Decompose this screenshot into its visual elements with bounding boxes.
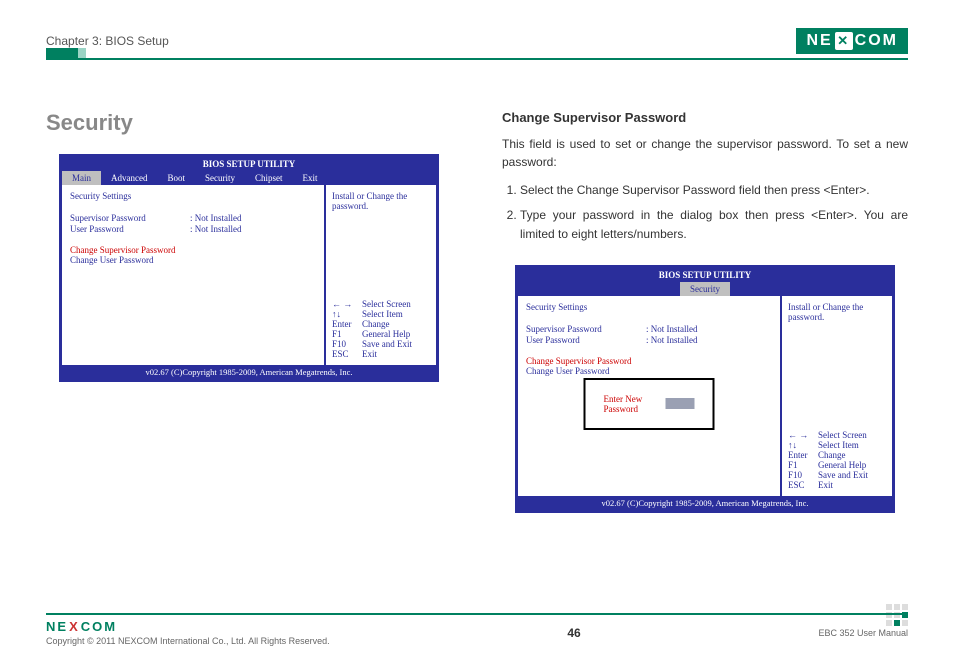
help-exit: Exit: [818, 480, 833, 490]
password-dialog: Enter New Password: [584, 378, 715, 430]
bios-tabs: Security: [518, 282, 892, 296]
tab-main[interactable]: Main: [62, 171, 101, 185]
help-general: General Help: [362, 329, 410, 339]
logo-text-right: COM: [855, 32, 898, 50]
footer-logo-x: X: [69, 619, 80, 634]
help-change: Change: [362, 319, 390, 329]
bios-main-panel: Security Settings Supervisor Password : …: [62, 185, 326, 365]
bios-side-panel: Install or Change the password. ← →Selec…: [326, 185, 436, 365]
change-user-password[interactable]: Change User Password: [526, 366, 772, 376]
password-input[interactable]: [665, 398, 694, 409]
change-user-password[interactable]: Change User Password: [70, 255, 316, 265]
logo-x-icon: ✕: [835, 32, 853, 50]
supervisor-password-row: Supervisor Password : Not Installed: [70, 213, 316, 223]
bios-main-panel: Security Settings Supervisor Password : …: [518, 296, 782, 496]
help-select-item: Select Item: [362, 309, 403, 319]
footer-logo-right: COM: [81, 619, 117, 634]
help-save-exit: Save and Exit: [818, 470, 868, 480]
change-supervisor-password[interactable]: Change Supervisor Password: [526, 356, 772, 366]
manual-name: EBC 352 User Manual: [818, 628, 908, 638]
section-title: Security: [46, 110, 452, 136]
user-password-value: : Not Installed: [646, 335, 698, 345]
page-footer: NE X COM Copyright © 2011 NEXCOM Interna…: [46, 613, 908, 646]
bios-screenshot-1: BIOS SETUP UTILITY Main Advanced Boot Se…: [59, 154, 439, 382]
page-number: 46: [567, 626, 580, 640]
key-f1: F1: [788, 460, 818, 470]
chapter-title: Chapter 3: BIOS Setup: [46, 34, 169, 48]
key-f10: F10: [332, 339, 362, 349]
security-settings-heading: Security Settings: [70, 191, 316, 201]
tab-security[interactable]: Security: [680, 282, 730, 296]
dialog-label: Enter New Password: [604, 394, 660, 414]
side-hint: Install or Change the password.: [788, 302, 886, 322]
help-save-exit: Save and Exit: [362, 339, 412, 349]
tab-exit[interactable]: Exit: [293, 171, 328, 185]
key-arrows-ud: ↑↓: [332, 309, 362, 319]
copyright-text: Copyright © 2011 NEXCOM International Co…: [46, 636, 330, 646]
change-supervisor-password[interactable]: Change Supervisor Password: [70, 245, 316, 255]
user-password-row: User Password : Not Installed: [70, 224, 316, 234]
help-exit: Exit: [362, 349, 377, 359]
nexcom-logo: NE ✕ COM: [796, 28, 908, 54]
user-password-label: User Password: [70, 224, 190, 234]
help-block: ← →Select Screen ↑↓Select Item EnterChan…: [332, 299, 430, 359]
bios-screenshot-2: BIOS SETUP UTILITY Security Security Set…: [515, 265, 895, 513]
help-block: ← →Select Screen ↑↓Select Item EnterChan…: [788, 430, 886, 490]
tab-boot[interactable]: Boot: [157, 171, 195, 185]
green-tab-indicator: [46, 48, 86, 58]
step-2: Type your password in the dialog box the…: [520, 206, 908, 244]
steps-list: Select the Change Supervisor Password fi…: [502, 181, 908, 245]
key-f1: F1: [332, 329, 362, 339]
key-f10: F10: [788, 470, 818, 480]
help-select-item: Select Item: [818, 440, 859, 450]
key-enter: Enter: [332, 319, 362, 329]
footer-left: NE X COM Copyright © 2011 NEXCOM Interna…: [46, 619, 330, 646]
tab-advanced[interactable]: Advanced: [101, 171, 157, 185]
intro-paragraph: This field is used to set or change the …: [502, 135, 908, 171]
supervisor-password-value: : Not Installed: [646, 324, 698, 334]
side-hint: Install or Change the password.: [332, 191, 430, 211]
bios-footer: v02.67 (C)Copyright 1985-2009, American …: [518, 496, 892, 510]
right-column: Change Supervisor Password This field is…: [502, 110, 908, 527]
key-arrows-lr: ← →: [332, 299, 362, 309]
user-password-label: User Password: [526, 335, 646, 345]
bios-title: BIOS SETUP UTILITY: [62, 157, 436, 171]
subsection-heading: Change Supervisor Password: [502, 110, 908, 125]
step-1: Select the Change Supervisor Password fi…: [520, 181, 908, 200]
key-enter: Enter: [788, 450, 818, 460]
security-settings-heading: Security Settings: [526, 302, 772, 312]
bios-side-panel: Install or Change the password. ← →Selec…: [782, 296, 892, 496]
help-select-screen: Select Screen: [362, 299, 411, 309]
footer-logo: NE X COM: [46, 619, 330, 634]
footer-logo-left: NE: [46, 619, 68, 634]
help-change: Change: [818, 450, 846, 460]
supervisor-password-label: Supervisor Password: [70, 213, 190, 223]
bios-tabs: Main Advanced Boot Security Chipset Exit: [62, 171, 436, 185]
help-select-screen: Select Screen: [818, 430, 867, 440]
bios-footer: v02.67 (C)Copyright 1985-2009, American …: [62, 365, 436, 379]
user-password-row: User Password : Not Installed: [526, 335, 772, 345]
supervisor-password-row: Supervisor Password : Not Installed: [526, 324, 772, 334]
supervisor-password-label: Supervisor Password: [526, 324, 646, 334]
user-password-value: : Not Installed: [190, 224, 242, 234]
help-general: General Help: [818, 460, 866, 470]
key-arrows-ud: ↑↓: [788, 440, 818, 450]
left-column: Security BIOS SETUP UTILITY Main Advance…: [46, 110, 452, 527]
logo-text-left: NE: [806, 32, 832, 50]
tab-chipset[interactable]: Chipset: [245, 171, 293, 185]
key-esc: ESC: [788, 480, 818, 490]
supervisor-password-value: : Not Installed: [190, 213, 242, 223]
tab-security[interactable]: Security: [195, 171, 245, 185]
page-header: Chapter 3: BIOS Setup NE ✕ COM: [46, 28, 908, 60]
key-esc: ESC: [332, 349, 362, 359]
key-arrows-lr: ← →: [788, 430, 818, 440]
bios-title: BIOS SETUP UTILITY: [518, 268, 892, 282]
